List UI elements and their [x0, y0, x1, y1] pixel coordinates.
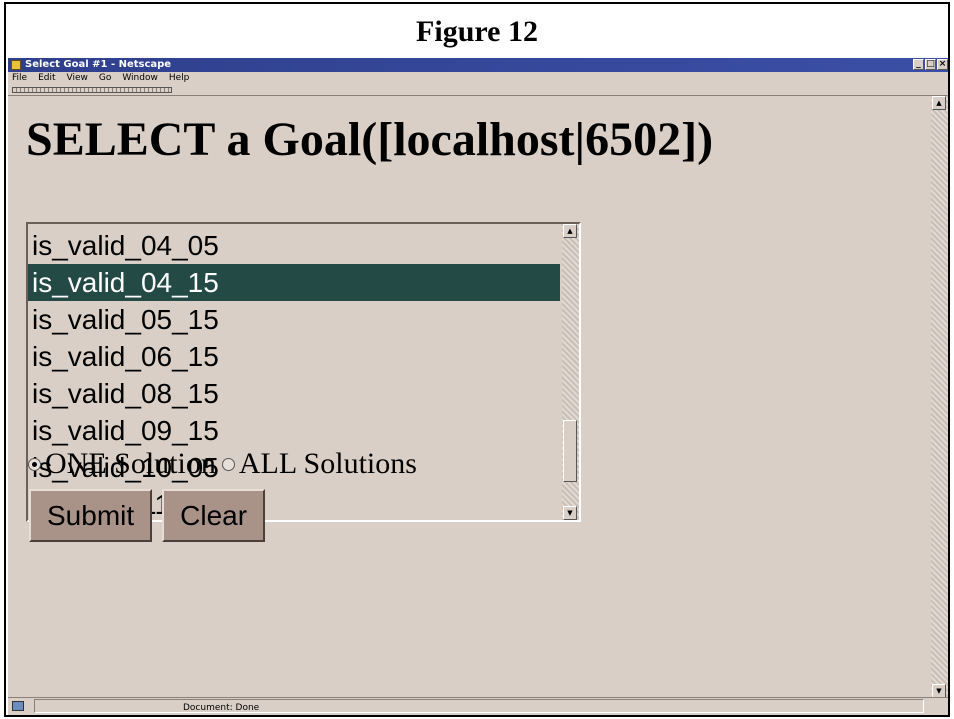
status-bar: Document: Done [8, 697, 948, 715]
one-solution-label: ONE Solution [45, 447, 216, 480]
figure-title: Figure 12 [416, 15, 538, 48]
toolbar-tabs[interactable] [12, 87, 172, 93]
scroll-down-arrow-icon[interactable]: ▼ [563, 506, 577, 520]
figure-frame: Figure 12 Select Goal #1 - Netscape _ □ … [4, 2, 950, 717]
menu-go[interactable]: Go [99, 72, 111, 85]
maximize-button[interactable]: □ [925, 59, 936, 70]
all-solutions-label: ALL Solutions [238, 447, 417, 480]
submit-button[interactable]: Submit [29, 489, 153, 542]
browser-window: Select Goal #1 - Netscape _ □ × File Edi… [8, 58, 948, 715]
netscape-app-icon [11, 60, 21, 70]
all-solutions-radio[interactable] [221, 457, 235, 471]
menu-help[interactable]: Help [169, 72, 190, 85]
goal-list-item[interactable]: is_valid_05_15 [28, 301, 560, 338]
page-heading: SELECT a Goal([localhost|6502]) [26, 113, 714, 166]
window-title: Select Goal #1 - Netscape [25, 59, 172, 70]
menu-view[interactable]: View [67, 72, 88, 85]
one-solution-radio[interactable] [28, 457, 41, 471]
page-scroll-down-arrow-icon[interactable]: ▼ [932, 684, 946, 698]
page-content: SELECT a Goal([localhost|6502]) is_valid… [8, 96, 931, 698]
page-scroll-up-arrow-icon[interactable]: ▲ [932, 96, 946, 110]
list-scroll-thumb[interactable] [563, 420, 577, 482]
scroll-up-arrow-icon[interactable]: ▲ [563, 224, 577, 238]
goal-list-item[interactable]: is_valid_08_15 [28, 375, 560, 412]
window-controls: _ □ × [913, 59, 948, 71]
menu-file[interactable]: File [12, 72, 27, 85]
collapsed-toolbar [8, 85, 948, 96]
goal-list-item-selected[interactable]: is_valid_04_15 [28, 264, 560, 301]
form-buttons: Submit Clear [29, 489, 266, 542]
menu-bar: File Edit View Go Window Help [8, 72, 948, 85]
menu-window[interactable]: Window [122, 72, 158, 85]
list-scrollbar[interactable]: ▲ ▼ [562, 224, 579, 520]
status-cell: Document: Done [34, 699, 924, 713]
clear-button[interactable]: Clear [162, 489, 266, 542]
status-text: Document: Done [183, 703, 260, 713]
minimize-button[interactable]: _ [913, 59, 924, 70]
goal-list-item[interactable]: is_valid_06_15 [28, 338, 560, 375]
security-lock-icon[interactable] [12, 701, 24, 711]
window-titlebar[interactable]: Select Goal #1 - Netscape _ □ × [8, 58, 948, 72]
menu-edit[interactable]: Edit [38, 72, 55, 85]
close-button[interactable]: × [937, 59, 948, 70]
solution-options: ONE Solution ALL Solutions [28, 444, 417, 484]
page-scrollbar[interactable]: ▲ ▼ [931, 96, 948, 698]
goal-list-item[interactable]: is_valid_04_05 [28, 227, 560, 264]
